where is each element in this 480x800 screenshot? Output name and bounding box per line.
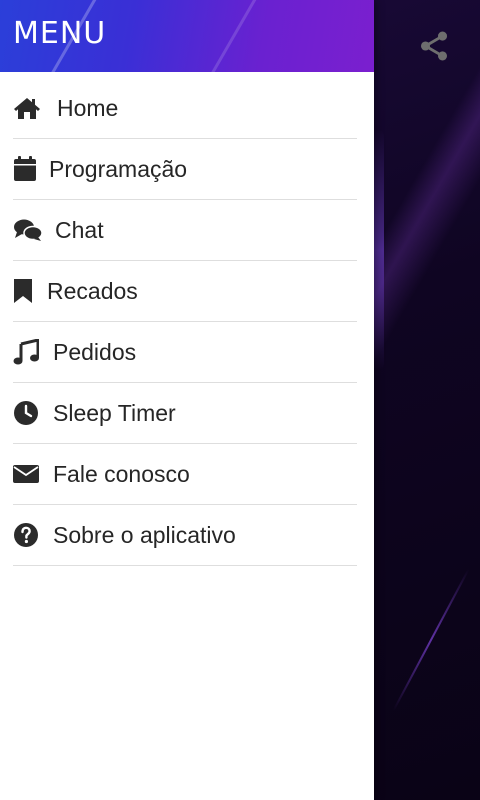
chat-icon (13, 215, 43, 245)
menu-item-home[interactable]: Home (13, 78, 357, 139)
menu-item-label: Recados (47, 277, 138, 304)
navigation-drawer: MENU Home Programação Chat Recados Pedid… (0, 0, 374, 800)
menu-list: Home Programação Chat Recados Pedidos Sl… (13, 78, 357, 566)
drawer-title: MENU (13, 16, 107, 51)
header-streak (200, 0, 263, 72)
background-light-streak (392, 568, 470, 712)
share-icon (420, 31, 448, 61)
menu-item-programacao[interactable]: Programação (13, 139, 357, 200)
app-screen: MENU Home Programação Chat Recados Pedid… (0, 0, 480, 800)
menu-item-sleep-timer[interactable]: Sleep Timer (13, 383, 357, 444)
menu-item-recados[interactable]: Recados (13, 261, 357, 322)
music-note-icon (13, 337, 43, 367)
envelope-icon (13, 459, 43, 489)
question-circle-icon (13, 520, 43, 550)
menu-item-chat[interactable]: Chat (13, 200, 357, 261)
menu-item-label: Sobre o aplicativo (53, 521, 236, 548)
menu-item-label: Chat (55, 216, 104, 243)
menu-item-pedidos[interactable]: Pedidos (13, 322, 357, 383)
menu-item-label: Home (57, 94, 119, 121)
menu-item-label: Pedidos (53, 338, 137, 365)
clock-icon (13, 398, 43, 428)
calendar-icon (13, 154, 43, 184)
bookmark-icon (13, 276, 43, 306)
menu-item-label: Programação (49, 155, 188, 182)
drawer-header: MENU (0, 0, 374, 72)
menu-item-fale-conosco[interactable]: Fale conosco (13, 444, 357, 505)
menu-item-label: Sleep Timer (53, 399, 176, 426)
home-icon (13, 93, 43, 123)
share-button[interactable] (412, 24, 456, 68)
menu-item-label: Fale conosco (53, 460, 190, 487)
menu-item-sobre[interactable]: Sobre o aplicativo (13, 505, 357, 566)
